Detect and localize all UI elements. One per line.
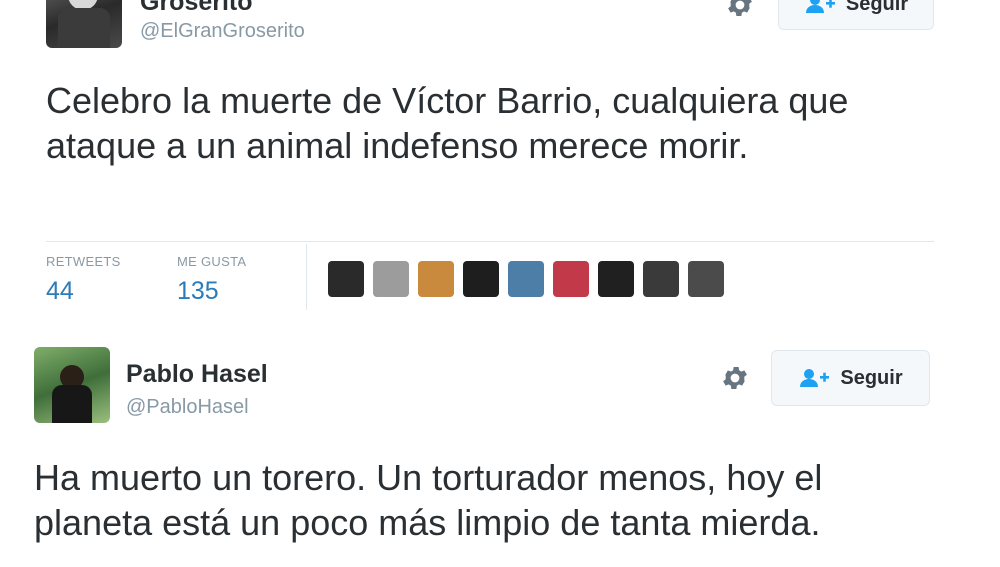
tweet-1: Groserito @ElGranGroserito Seguir Celebr… bbox=[0, 0, 1000, 320]
liker-avatar[interactable] bbox=[418, 261, 454, 297]
user-handle[interactable]: @ElGranGroserito bbox=[140, 20, 305, 43]
likes-count[interactable]: 135 bbox=[177, 277, 219, 306]
liker-avatar[interactable] bbox=[553, 261, 589, 297]
add-user-icon bbox=[800, 369, 830, 387]
tweet-2: Pablo Hasel @PabloHasel Seguir Ha muerto… bbox=[0, 330, 1000, 567]
liker-avatar[interactable] bbox=[643, 261, 679, 297]
gear-icon[interactable] bbox=[725, 0, 755, 20]
follow-button-label: Seguir bbox=[840, 366, 903, 389]
liker-avatar[interactable] bbox=[688, 261, 724, 297]
user-name[interactable]: Pablo Hasel bbox=[126, 360, 268, 389]
likes-label: ME GUSTA bbox=[177, 254, 247, 269]
retweets-label: RETWEETS bbox=[46, 254, 121, 269]
gear-icon[interactable] bbox=[720, 363, 750, 393]
liker-avatar[interactable] bbox=[598, 261, 634, 297]
liker-avatar[interactable] bbox=[373, 261, 409, 297]
divider bbox=[46, 241, 934, 242]
liker-avatar[interactable] bbox=[463, 261, 499, 297]
liker-avatar[interactable] bbox=[328, 261, 364, 297]
liker-avatar[interactable] bbox=[508, 261, 544, 297]
liker-avatars bbox=[328, 261, 724, 299]
user-handle[interactable]: @PabloHasel bbox=[126, 396, 249, 419]
retweets-count[interactable]: 44 bbox=[46, 277, 74, 306]
stats-separator bbox=[306, 244, 307, 310]
follow-button[interactable]: Seguir bbox=[778, 0, 934, 30]
user-name[interactable]: Groserito bbox=[140, 0, 253, 17]
follow-button-label: Seguir bbox=[845, 0, 909, 15]
add-user-icon bbox=[805, 0, 835, 13]
avatar[interactable] bbox=[34, 347, 110, 423]
tweet-text: Ha muerto un torero. Un torturador menos… bbox=[34, 457, 823, 543]
avatar[interactable] bbox=[46, 0, 122, 48]
tweet-text: Celebro la muerte de Víctor Barrio, cual… bbox=[46, 80, 849, 166]
follow-button[interactable]: Seguir bbox=[771, 350, 930, 406]
